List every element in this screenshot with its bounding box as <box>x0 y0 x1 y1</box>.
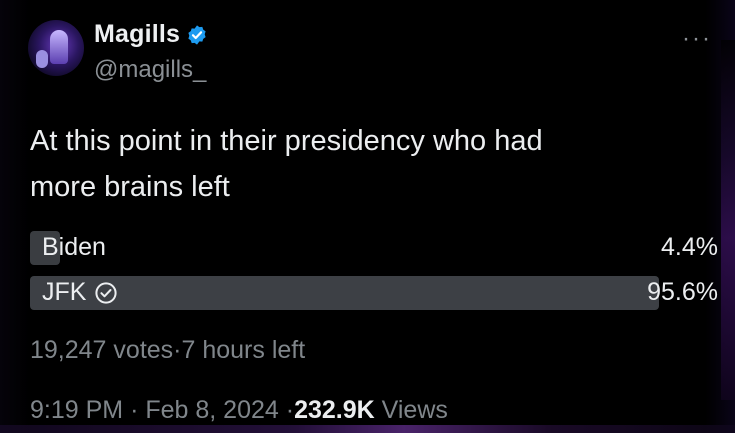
tweet-time[interactable]: 9:19 PM <box>30 396 123 424</box>
poll-option-biden[interactable]: Biden 4.4% <box>30 229 718 267</box>
separator: · <box>173 336 182 364</box>
poll-option-jfk[interactable]: JFK 95.6% <box>30 274 718 312</box>
avatar-figure <box>50 30 68 64</box>
tweet-text-line: more brains left <box>30 171 230 203</box>
poll-result-bar <box>30 276 659 310</box>
separator: · <box>130 396 139 424</box>
poll-option-label: JFK <box>42 278 87 306</box>
verified-badge-icon <box>188 24 206 45</box>
poll-option-label-row: Biden <box>42 233 106 262</box>
tweet-text-line: At this point in their presidency who ha… <box>30 125 543 157</box>
poll-time-left: 7 hours left <box>181 336 306 364</box>
separator: · <box>285 396 295 424</box>
more-dots-icon[interactable]: ··· <box>682 27 712 51</box>
poll-votes: 19,247 votes <box>30 336 174 364</box>
views-count: 232.9K <box>294 396 375 424</box>
background-glow-bottom <box>0 425 735 433</box>
poll-option-label: Biden <box>42 233 106 261</box>
poll-option-percent: 95.6% <box>647 278 718 306</box>
author-handle[interactable]: @magills_ <box>94 56 206 84</box>
tweet-header: Magills @magills_ ··· <box>28 14 718 94</box>
background-glow-right <box>721 40 735 400</box>
poll-option-percent: 4.4% <box>661 233 718 261</box>
avatar[interactable] <box>28 20 84 76</box>
tweet-footer: 9:19 PM · Feb 8, 2024 ·232.9K Views <box>30 396 448 425</box>
tweet-screenshot: Magills @magills_ ··· At this point in t… <box>0 0 735 433</box>
avatar-figure-small <box>36 50 48 68</box>
poll: Biden 4.4% JFK 95.6% <box>30 229 718 319</box>
check-circle-icon <box>95 281 118 304</box>
tweet-text: At this point in their presidency who ha… <box>30 118 710 210</box>
author-display-name[interactable]: Magills <box>94 20 180 49</box>
views-label: Views <box>381 396 448 424</box>
poll-option-label-row: JFK <box>42 278 118 307</box>
tweet-date[interactable]: Feb 8, 2024 <box>145 396 278 424</box>
poll-meta: 19,247 votes·7 hours left <box>30 336 305 365</box>
author-name-row: Magills <box>94 20 208 49</box>
